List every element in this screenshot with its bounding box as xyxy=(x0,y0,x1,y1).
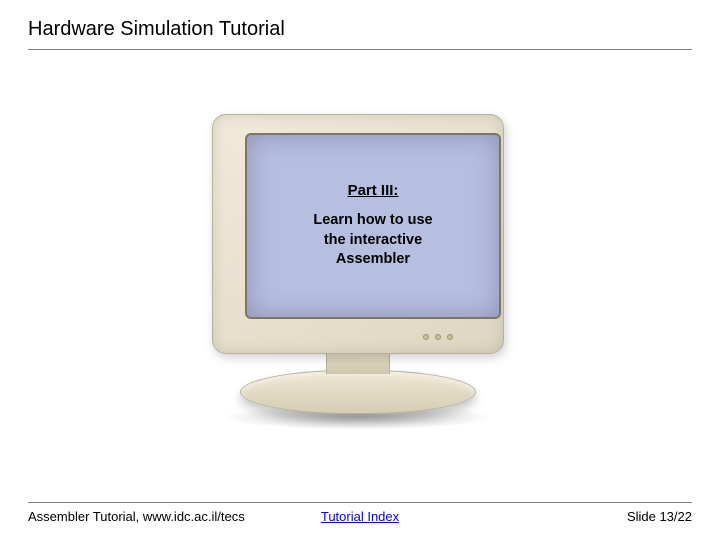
screen-body: Learn how to use the interactive Assembl… xyxy=(313,211,432,270)
monitor-bezel: Part III: Learn how to use the interacti… xyxy=(212,114,504,354)
monitor-controls xyxy=(423,331,493,343)
page-title: Hardware Simulation Tutorial xyxy=(28,18,692,47)
control-knob-icon xyxy=(447,334,453,340)
control-knob-icon xyxy=(423,334,429,340)
monitor-screen: Part III: Learn how to use the interacti… xyxy=(245,133,501,319)
monitor-base xyxy=(240,370,476,414)
control-knob-icon xyxy=(435,334,441,340)
content-area: Part III: Learn how to use the interacti… xyxy=(0,56,720,476)
footer-left-text: Assembler Tutorial, www.idc.ac.il/tecs xyxy=(28,509,245,524)
screen-line-1: Learn how to use xyxy=(313,211,432,231)
footer-divider xyxy=(28,502,692,503)
tutorial-index-link[interactable]: Tutorial Index xyxy=(321,509,399,524)
footer-row: Assembler Tutorial, www.idc.ac.il/tecs T… xyxy=(28,509,692,524)
screen-line-3: Assembler xyxy=(313,250,432,270)
part-label: Part III: xyxy=(348,182,399,199)
slide-counter: Slide 13/22 xyxy=(627,509,692,524)
footer: Assembler Tutorial, www.idc.ac.il/tecs T… xyxy=(28,502,692,524)
header: Hardware Simulation Tutorial xyxy=(0,0,720,56)
screen-line-2: the interactive xyxy=(313,231,432,251)
crt-monitor-illustration: Part III: Learn how to use the interacti… xyxy=(198,114,518,434)
title-divider xyxy=(28,49,692,50)
